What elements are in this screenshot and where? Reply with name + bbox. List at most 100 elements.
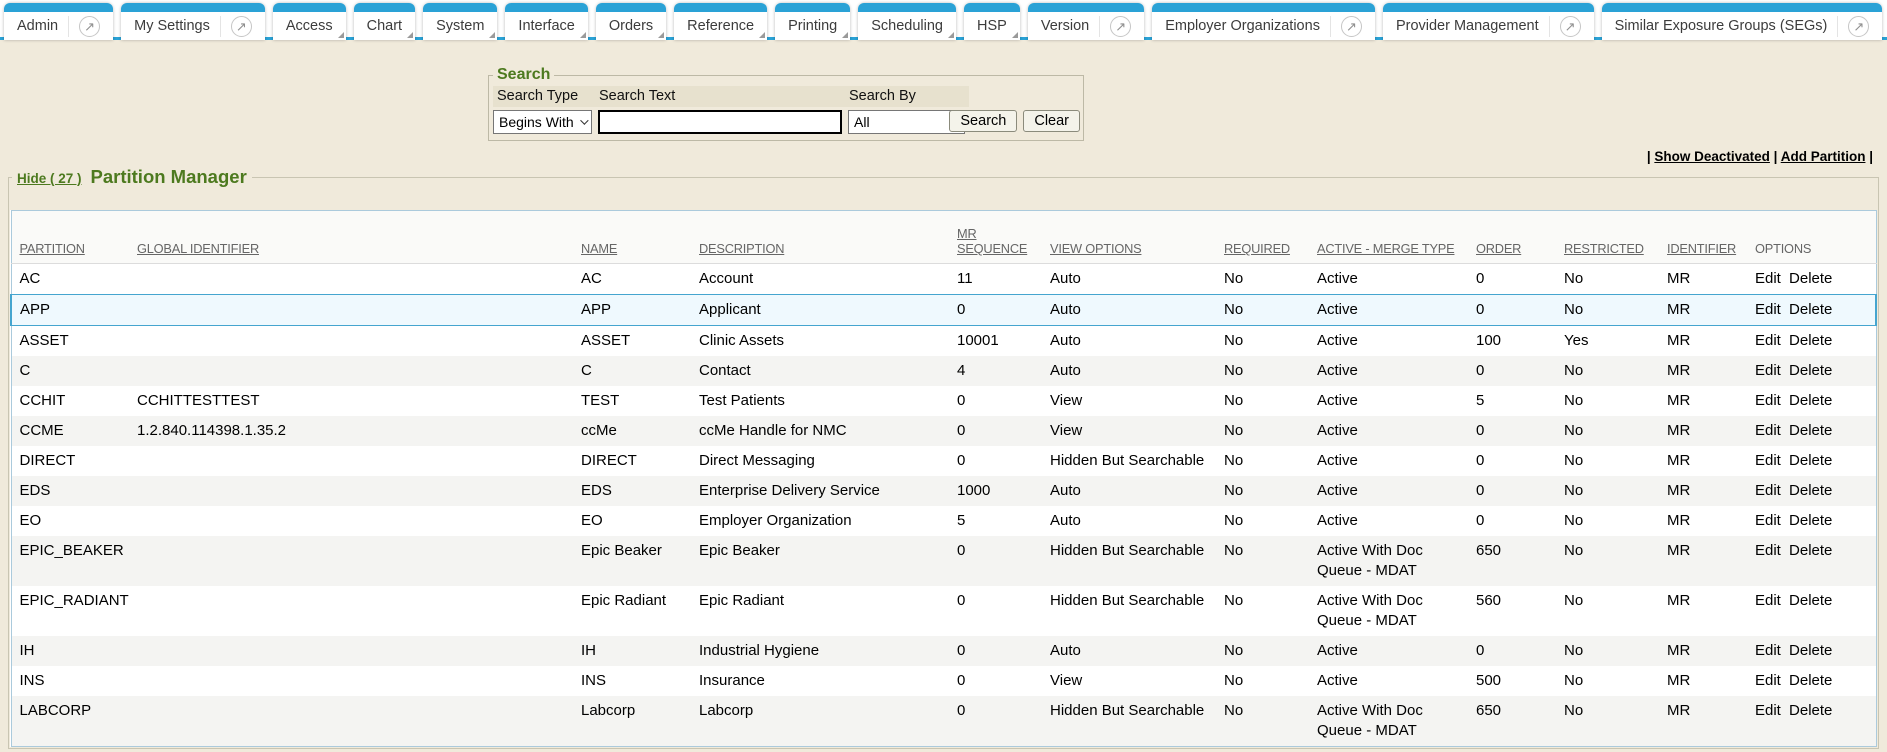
search-button[interactable]: Search [949, 110, 1017, 132]
table-row[interactable]: EO EO Employer Organization 5 Auto No Ac… [11, 506, 1876, 536]
external-link-icon[interactable]: ↗ [1560, 16, 1581, 37]
tab-accent-bar [354, 3, 415, 12]
tab-provider-management[interactable]: Provider Management ↗ [1383, 3, 1594, 40]
cell-options: Edit Delete [1747, 506, 1876, 536]
edit-link[interactable]: Edit [1755, 512, 1781, 529]
tab-system[interactable]: System [423, 3, 497, 40]
tab-hsp[interactable]: HSP [964, 3, 1020, 40]
external-link-icon[interactable]: ↗ [1848, 16, 1869, 37]
edit-link[interactable]: Edit [1755, 702, 1781, 719]
external-link-icon[interactable]: ↗ [231, 16, 252, 37]
delete-link[interactable]: Delete [1789, 592, 1832, 609]
delete-link[interactable]: Delete [1789, 702, 1832, 719]
tab-version[interactable]: Version ↗ [1028, 3, 1144, 40]
tab-accent-bar [273, 3, 346, 12]
table-row[interactable]: DIRECT DIRECT Direct Messaging 0 Hidden … [11, 446, 1876, 476]
column-header-description[interactable]: DESCRIPTION [691, 211, 949, 264]
table-row[interactable]: EPIC_BEAKER Epic Beaker Epic Beaker 0 Hi… [11, 536, 1876, 586]
tab-orders[interactable]: Orders [596, 3, 666, 40]
edit-link[interactable]: Edit [1755, 672, 1781, 689]
delete-link[interactable]: Delete [1789, 672, 1832, 689]
cell-required: No [1216, 356, 1309, 386]
delete-link[interactable]: Delete [1789, 422, 1832, 439]
column-header-active-merge-type[interactable]: ACTIVE - MERGE TYPE [1309, 211, 1468, 264]
tab-similar-exposure-groups-segs[interactable]: Similar Exposure Groups (SEGs) ↗ [1602, 3, 1883, 40]
delete-link[interactable]: Delete [1789, 362, 1832, 379]
column-header-restricted[interactable]: RESTRICTED [1556, 211, 1659, 264]
tab-printing[interactable]: Printing [775, 3, 850, 40]
delete-link[interactable]: Delete [1789, 270, 1832, 287]
show-deactivated-link[interactable]: Show Deactivated [1654, 149, 1770, 164]
table-row[interactable]: APP APP Applicant 0 Auto No Active 0 No … [11, 295, 1876, 326]
tab-interface[interactable]: Interface [505, 3, 587, 40]
edit-link[interactable]: Edit [1755, 542, 1781, 559]
cell-active-merge-type: Active [1309, 446, 1468, 476]
external-link-icon[interactable]: ↗ [1110, 16, 1131, 37]
cell-restricted: No [1556, 356, 1659, 386]
column-header-mr-sequence[interactable]: MR SEQUENCE [949, 211, 1042, 264]
delete-link[interactable]: Delete [1789, 542, 1832, 559]
cell-options: Edit Delete [1747, 356, 1876, 386]
hide-link[interactable]: Hide ( 27 ) [17, 171, 82, 186]
cell-mr-sequence: 0 [949, 536, 1042, 586]
delete-link[interactable]: Delete [1789, 482, 1832, 499]
table-row[interactable]: IH IH Industrial Hygiene 0 Auto No Activ… [11, 636, 1876, 666]
tab-my-settings[interactable]: My Settings ↗ [121, 3, 265, 40]
cell-name: EO [573, 506, 691, 536]
edit-link[interactable]: Edit [1755, 301, 1781, 318]
column-header-partition[interactable]: PARTITION [11, 211, 129, 264]
cell-view-options: Hidden But Searchable [1042, 536, 1216, 586]
external-link-icon[interactable]: ↗ [79, 16, 100, 37]
search-type-select[interactable]: Begins With [493, 110, 592, 134]
column-header-required[interactable]: REQUIRED [1216, 211, 1309, 264]
table-row[interactable]: AC AC Account 11 Auto No Active 0 No MR … [11, 264, 1876, 295]
column-header-view-options[interactable]: VIEW OPTIONS [1042, 211, 1216, 264]
tab-access[interactable]: Access [273, 3, 346, 40]
external-link-icon[interactable]: ↗ [1341, 16, 1362, 37]
column-header-global-identifier[interactable]: GLOBAL IDENTIFIER [129, 211, 573, 264]
column-header-order[interactable]: ORDER [1468, 211, 1556, 264]
edit-link[interactable]: Edit [1755, 592, 1781, 609]
cell-order: 0 [1468, 416, 1556, 446]
delete-link[interactable]: Delete [1789, 642, 1832, 659]
table-row[interactable]: EPIC_RADIANT Epic Radiant Epic Radiant 0… [11, 586, 1876, 636]
edit-link[interactable]: Edit [1755, 270, 1781, 287]
cell-mr-sequence: 4 [949, 356, 1042, 386]
edit-link[interactable]: Edit [1755, 362, 1781, 379]
clear-button[interactable]: Clear [1023, 110, 1080, 132]
cell-name: Epic Radiant [573, 586, 691, 636]
delete-link[interactable]: Delete [1789, 332, 1832, 349]
edit-link[interactable]: Edit [1755, 422, 1781, 439]
tab-chart[interactable]: Chart [354, 3, 415, 40]
table-row[interactable]: EDS EDS Enterprise Delivery Service 1000… [11, 476, 1876, 506]
tab-reference[interactable]: Reference [674, 3, 767, 40]
table-row[interactable]: CCME 1.2.840.114398.1.35.2 ccMe ccMe Han… [11, 416, 1876, 446]
cell-partition: CCME [11, 416, 129, 446]
cell-options: Edit Delete [1747, 264, 1876, 295]
cell-mr-sequence: 5 [949, 506, 1042, 536]
table-row[interactable]: CCHIT CCHITTESTTEST TEST Test Patients 0… [11, 386, 1876, 416]
delete-link[interactable]: Delete [1789, 452, 1832, 469]
table-row[interactable]: INS INS Insurance 0 View No Active 500 N… [11, 666, 1876, 696]
delete-link[interactable]: Delete [1789, 512, 1832, 529]
edit-link[interactable]: Edit [1755, 642, 1781, 659]
edit-link[interactable]: Edit [1755, 332, 1781, 349]
cell-identifier: MR [1659, 666, 1747, 696]
edit-link[interactable]: Edit [1755, 482, 1781, 499]
table-row[interactable]: ASSET ASSET Clinic Assets 10001 Auto No … [11, 326, 1876, 357]
tab-admin[interactable]: Admin ↗ [4, 3, 113, 40]
add-partition-link[interactable]: Add Partition [1781, 149, 1866, 164]
tab-scheduling[interactable]: Scheduling [858, 3, 956, 40]
delete-link[interactable]: Delete [1789, 392, 1832, 409]
column-header-name[interactable]: NAME [573, 211, 691, 264]
search-text-input[interactable] [598, 110, 842, 134]
tab-employer-organizations[interactable]: Employer Organizations ↗ [1152, 3, 1375, 40]
edit-link[interactable]: Edit [1755, 392, 1781, 409]
column-header-identifier[interactable]: IDENTIFIER [1659, 211, 1747, 264]
edit-link[interactable]: Edit [1755, 452, 1781, 469]
cell-mr-sequence: 1000 [949, 476, 1042, 506]
table-row[interactable]: LABCORP Labcorp Labcorp 0 Hidden But Sea… [11, 696, 1876, 747]
table-row[interactable]: C C Contact 4 Auto No Active 0 No MR Edi… [11, 356, 1876, 386]
cell-global-identifier [129, 264, 573, 295]
delete-link[interactable]: Delete [1789, 301, 1832, 318]
